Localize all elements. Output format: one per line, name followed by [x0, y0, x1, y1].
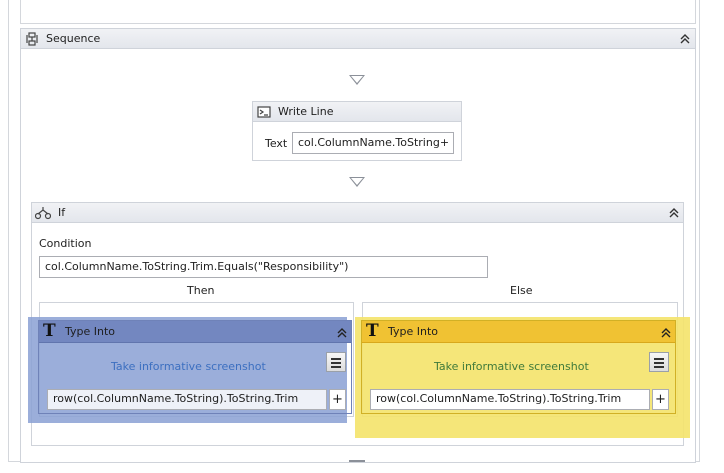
previous-activity-edge [20, 0, 696, 24]
else-label: Else [510, 284, 533, 297]
write-line-header[interactable]: Write Line [253, 102, 461, 122]
double-chevron-up-icon[interactable] [678, 32, 692, 46]
condition-label: Condition [39, 237, 92, 250]
double-chevron-up-icon[interactable] [659, 326, 673, 340]
if-icon [34, 206, 52, 220]
write-line-title: Write Line [278, 105, 334, 118]
type-into-t-icon: T [366, 321, 379, 341]
sequence-header[interactable]: Sequence [21, 29, 695, 49]
type-into-t-icon: T [43, 321, 56, 341]
sequence-icon [25, 32, 39, 46]
hamburger-menu-icon[interactable] [649, 352, 669, 372]
then-type-into-header[interactable]: T Type Into [39, 321, 351, 343]
write-line-icon [257, 105, 271, 119]
hamburger-menu-icon[interactable] [326, 352, 346, 372]
bottom-drop-indicator [349, 460, 365, 462]
else-type-into-header[interactable]: T Type Into [362, 321, 675, 343]
if-title: If [58, 206, 66, 219]
else-type-into-value-field[interactable]: row(col.ColumnName.ToString).ToString.Tr… [370, 389, 650, 410]
drop-target-arrow-icon [349, 177, 365, 187]
then-label: Then [187, 284, 215, 297]
drop-target-arrow-icon [349, 75, 365, 85]
double-chevron-up-icon[interactable] [335, 326, 349, 340]
then-type-into-activity[interactable]: T Type Into Take informative screenshot … [38, 320, 352, 414]
then-add-expression-button[interactable]: + [329, 389, 346, 410]
write-line-text-field[interactable]: col.ColumnName.ToString+ [292, 132, 454, 154]
else-add-expression-button[interactable]: + [652, 389, 669, 410]
write-line-activity[interactable]: Write Line Text col.ColumnName.ToString+ [252, 101, 462, 161]
else-type-into-activity[interactable]: T Type Into Take informative screenshot … [361, 320, 676, 414]
then-type-into-title: Type Into [65, 325, 116, 338]
then-type-into-value-field[interactable]: row(col.ColumnName.ToString).ToString.Tr… [47, 389, 327, 410]
if-header[interactable]: If [32, 203, 683, 223]
else-take-screenshot-link[interactable]: Take informative screenshot [434, 360, 589, 373]
then-take-screenshot-link[interactable]: Take informative screenshot [111, 360, 266, 373]
double-chevron-up-icon[interactable] [667, 206, 681, 220]
text-label: Text [265, 137, 288, 150]
condition-field[interactable]: col.ColumnName.ToString.Trim.Equals("Res… [39, 256, 488, 278]
sequence-title: Sequence [46, 32, 101, 45]
else-type-into-title: Type Into [388, 325, 439, 338]
